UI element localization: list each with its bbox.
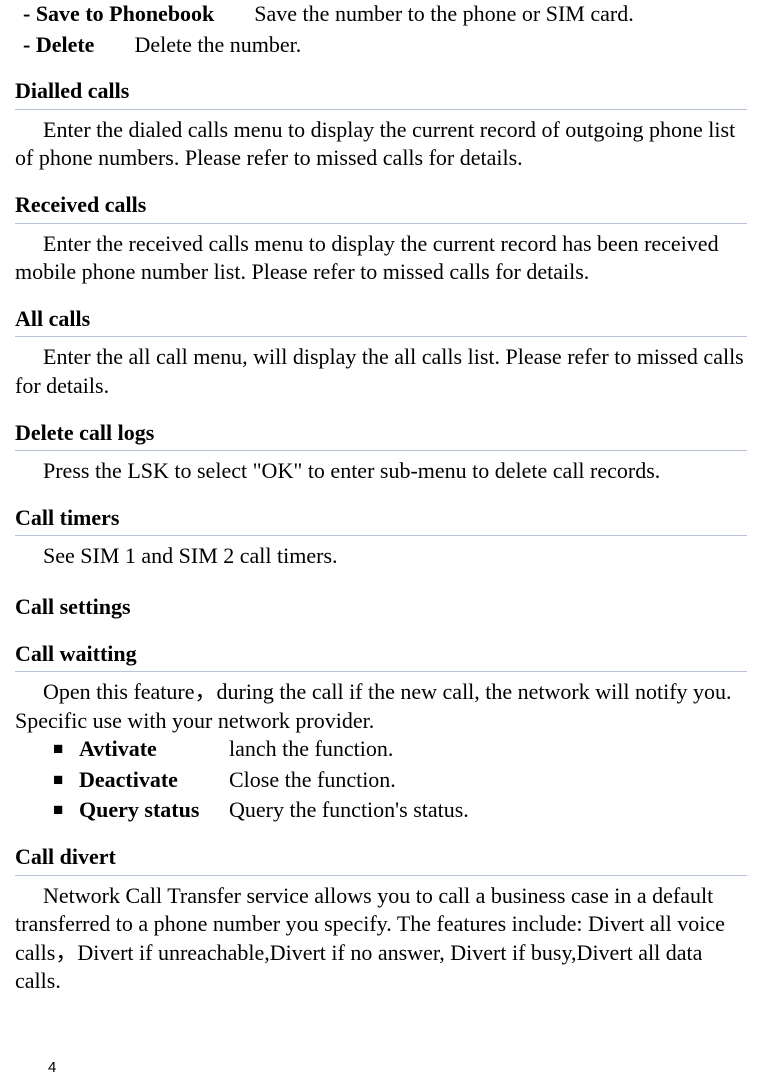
divider [15,336,747,337]
bullet-description: lanch the function. [229,735,393,764]
para-dialled-calls: Enter the dialed calls menu to display t… [15,116,747,173]
bullet-deactivate: ■ Deactivate Close the function. [53,766,747,795]
square-bullet-icon: ■ [53,796,79,825]
divider [15,109,747,110]
heading-delete-call-logs: Delete call logs [15,419,747,448]
para-call-waiting: Open this feature，during the call if the… [15,678,747,735]
option-delete: - Delete Delete the number. [23,31,747,60]
option-label: - Save to Phonebook [23,1,214,26]
bullet-activate: ■ Avtivate lanch the function. [53,735,747,764]
divider [15,671,747,672]
para-call-divert: Network Call Transfer service allows you… [15,882,747,996]
bullet-query-status: ■ Query status Query the function's stat… [53,796,747,825]
para-call-timers: See SIM 1 and SIM 2 call timers. [15,542,747,571]
bullet-description: Query the function's status. [229,796,469,825]
bullet-description: Close the function. [229,766,396,795]
divider [15,450,747,451]
heading-received-calls: Received calls [15,191,747,220]
heading-dialled-calls: Dialled calls [15,77,747,106]
page-number: 4 [48,1058,56,1078]
para-received-calls: Enter the received calls menu to display… [15,230,747,287]
para-all-calls: Enter the all call menu, will display th… [15,343,747,400]
bullet-label: Avtivate [79,735,229,764]
square-bullet-icon: ■ [53,766,79,795]
divider [15,875,747,876]
heading-call-timers: Call timers [15,504,747,533]
option-description: Delete the number. [134,32,301,57]
square-bullet-icon: ■ [53,735,79,764]
bullet-label: Query status [79,796,229,825]
heading-call-settings: Call settings [15,593,747,622]
heading-call-waiting: Call waitting [15,640,747,669]
bullet-label: Deactivate [79,766,229,795]
divider [15,223,747,224]
option-label: - Delete [23,32,94,57]
heading-all-calls: All calls [15,305,747,334]
option-save-to-phonebook: - Save to Phonebook Save the number to th… [23,0,747,29]
heading-call-divert: Call divert [15,843,747,872]
option-description: Save the number to the phone or SIM card… [254,1,633,26]
para-delete-call-logs: Press the LSK to select "OK" to enter su… [15,457,747,486]
divider [15,535,747,536]
